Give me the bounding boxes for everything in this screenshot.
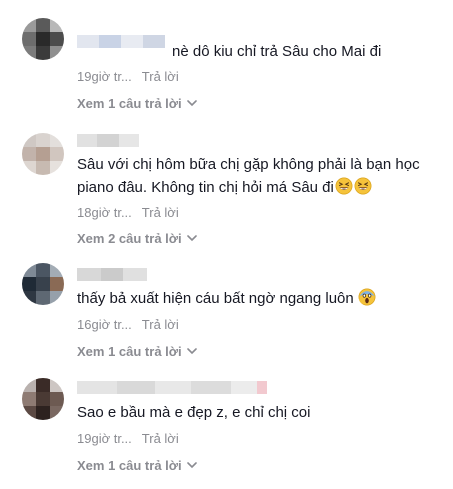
comment-text: thấy bả xuất hiện cáu bất ngờ ngang luôn <box>77 287 376 310</box>
view-replies-button[interactable]: Xem 1 câu trả lời <box>77 344 197 359</box>
reply-button[interactable]: Trả lời <box>142 69 179 84</box>
username-blurred[interactable] <box>77 134 139 147</box>
timestamp: 16giờ tr... <box>77 317 132 332</box>
view-replies-button[interactable]: Xem 1 câu trả lời <box>77 458 197 473</box>
username-blurred[interactable] <box>77 381 267 394</box>
view-replies-label: Xem 1 câu trả lời <box>77 96 182 111</box>
comment-meta: 16giờ tr... Trả lời <box>77 317 179 332</box>
view-replies-label: Xem 1 câu trả lời <box>77 344 182 359</box>
grinning-squinting-face-icon <box>335 177 353 195</box>
chevron-down-icon <box>186 235 197 242</box>
chevron-down-icon <box>186 462 197 469</box>
username-blurred[interactable] <box>77 268 147 281</box>
comment-text-line: piano đâu. Không tin chị hỏi má Sâu đi <box>77 176 420 199</box>
comment-text: Sâu với chị hôm bữa chị gặp không phải l… <box>77 153 420 199</box>
view-replies-label: Xem 2 câu trả lời <box>77 231 182 246</box>
timestamp: 18giờ tr... <box>77 205 132 220</box>
comment-text-segment: thấy bả xuất hiện cáu bất ngờ ngang luôn <box>77 290 354 307</box>
view-replies-label: Xem 1 câu trả lời <box>77 458 182 473</box>
chevron-down-icon <box>186 100 197 107</box>
reply-button[interactable]: Trả lời <box>142 205 179 220</box>
reply-button[interactable]: Trả lời <box>142 317 179 332</box>
comment-text: Sao e bầu mà e đẹp z, e chỉ chị coi <box>77 404 311 421</box>
comment-text-segment: piano đâu. Không tin chị hỏi má Sâu đi <box>77 179 334 196</box>
comment-meta: 19giờ tr... Trả lời <box>77 431 179 446</box>
face-screaming-in-fear-icon <box>358 288 376 306</box>
timestamp: 19giờ tr... <box>77 69 132 84</box>
avatar[interactable] <box>22 133 64 175</box>
avatar[interactable] <box>22 378 64 420</box>
comment-meta: 19giờ tr... Trả lời <box>77 69 179 84</box>
view-replies-button[interactable]: Xem 1 câu trả lời <box>77 96 197 111</box>
reply-button[interactable]: Trả lời <box>142 431 179 446</box>
view-replies-button[interactable]: Xem 2 câu trả lời <box>77 231 197 246</box>
avatar[interactable] <box>22 263 64 305</box>
comment-text-line: Sâu với chị hôm bữa chị gặp không phải l… <box>77 156 420 173</box>
timestamp: 19giờ tr... <box>77 431 132 446</box>
avatar[interactable] <box>22 18 64 60</box>
chevron-down-icon <box>186 348 197 355</box>
comment-text: nè dô kiu chỉ trả Sâu cho Mai đi <box>172 43 382 60</box>
grinning-squinting-face-icon <box>354 177 372 195</box>
comment-meta: 18giờ tr... Trả lời <box>77 205 179 220</box>
username-blurred[interactable] <box>77 35 165 48</box>
